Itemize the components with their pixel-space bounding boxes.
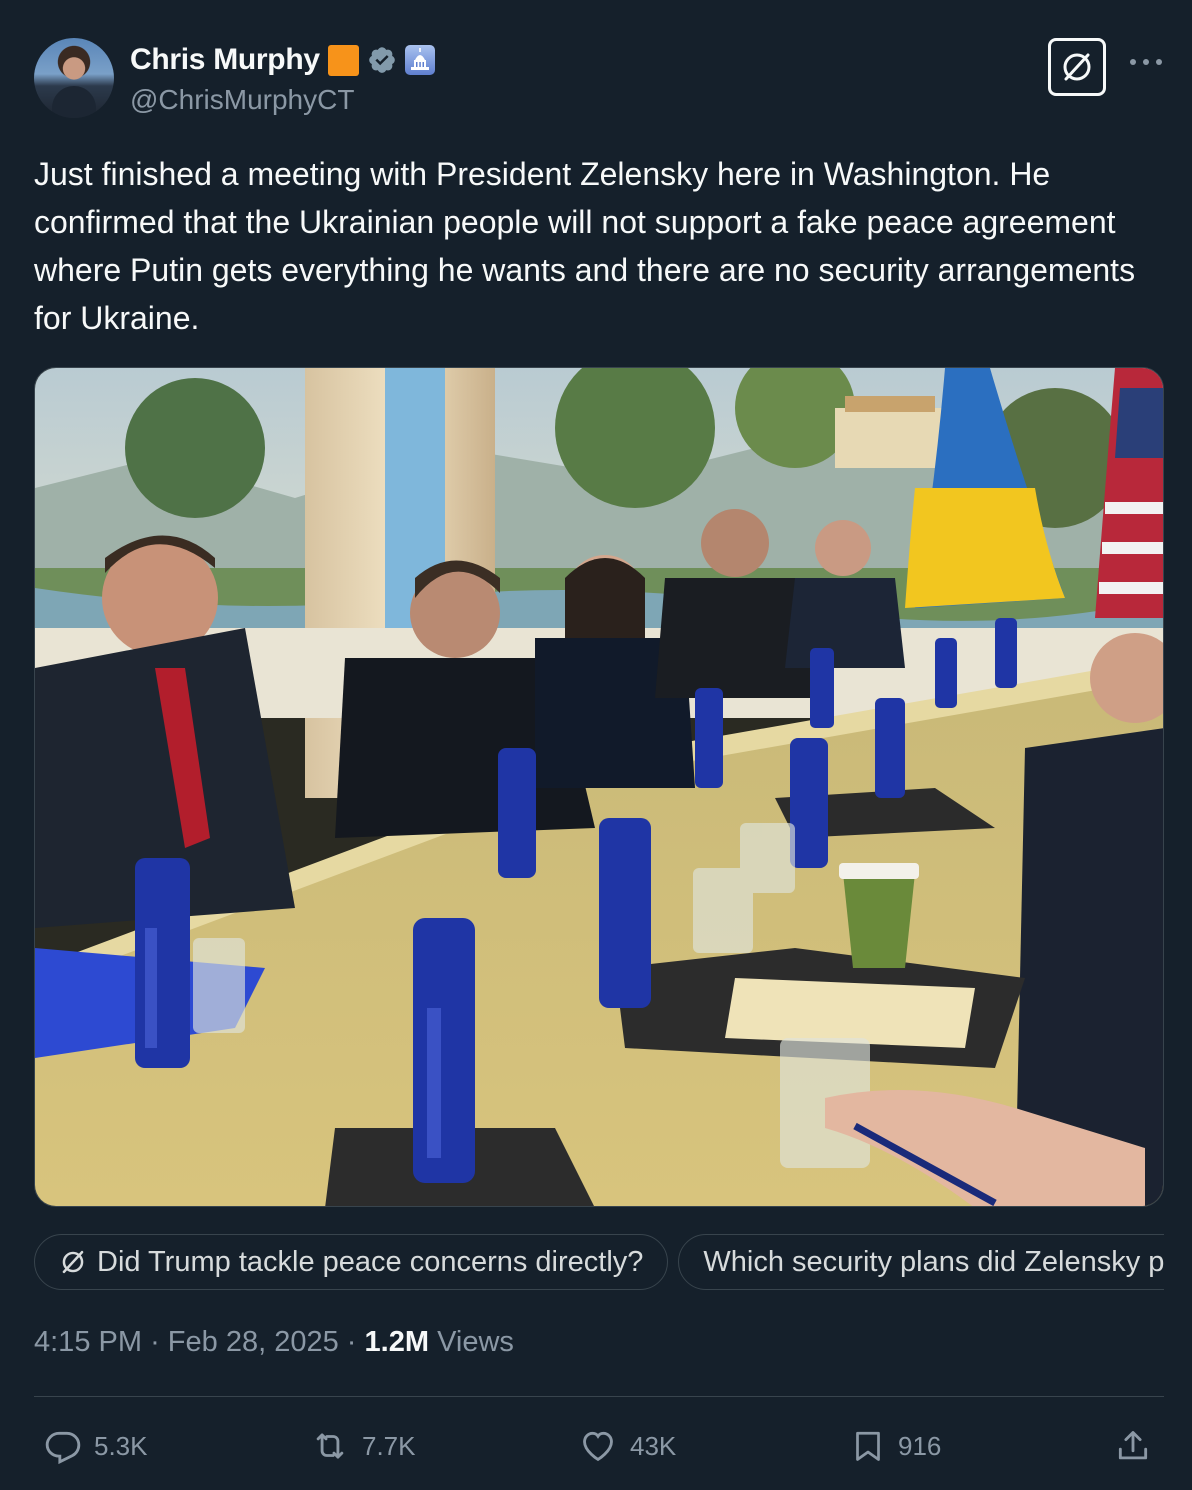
author-display-name[interactable]: Chris Murphy — [130, 43, 320, 77]
like-icon — [583, 1431, 613, 1462]
more-icon[interactable] — [1130, 52, 1162, 72]
avatar[interactable] — [34, 38, 114, 118]
tweet-photo[interactable] — [34, 367, 1164, 1207]
repost-icon — [316, 1433, 344, 1459]
tweet-header: Chris Murphy @ChrisMurphyCT — [34, 38, 1162, 118]
meta-separator: · — [346, 1326, 357, 1358]
meeting-photo — [35, 368, 1163, 1206]
tweet-date[interactable]: Feb 28, 2025 — [168, 1326, 339, 1358]
orange-square-badge — [327, 44, 359, 76]
action-bar: 5.3K 7.7K 43K 916 — [44, 1424, 1156, 1468]
suggestion-text-2: Which security plans did Zelensky propos… — [703, 1245, 1164, 1278]
grok-button[interactable] — [1048, 38, 1106, 96]
share-icon — [1118, 1431, 1148, 1460]
divider — [34, 1396, 1164, 1397]
grok-icon — [1063, 53, 1091, 81]
tweet-text: Just finished a meeting with President Z… — [34, 156, 1136, 336]
grok-suggestions: Did Trump tackle peace concerns directly… — [34, 1234, 1164, 1292]
bookmark-button[interactable]: 916 — [850, 1424, 941, 1468]
tweet-meta: 4:15 PM · Feb 28, 2025 · 1.2M Views — [34, 1326, 514, 1359]
reply-count: 5.3K — [94, 1430, 148, 1461]
like-button[interactable]: 43K — [578, 1424, 676, 1468]
suggestion-pill-1[interactable]: Did Trump tackle peace concerns directly… — [34, 1234, 669, 1290]
views-label: Views — [437, 1326, 514, 1358]
like-count: 43K — [630, 1430, 677, 1461]
author-handle[interactable]: @ChrisMurphyCT — [130, 84, 435, 116]
share-button[interactable] — [1114, 1424, 1164, 1468]
grok-icon — [62, 1250, 84, 1274]
reply-icon — [45, 1431, 81, 1465]
views-count: 1.2M — [364, 1326, 429, 1358]
reply-button[interactable]: 5.3K — [44, 1424, 148, 1468]
tweet-time[interactable]: 4:15 PM — [34, 1326, 142, 1358]
bookmark-count: 916 — [898, 1430, 942, 1461]
repost-button[interactable]: 7.7K — [310, 1424, 416, 1468]
repost-count: 7.7K — [362, 1430, 416, 1461]
suggestion-pill-2[interactable]: Which security plans did Zelensky propos… — [678, 1234, 1164, 1290]
verified-badge-icon[interactable] — [367, 45, 397, 75]
author-info: Chris Murphy @ChrisMurphyCT — [130, 42, 435, 116]
meta-separator: · — [150, 1326, 160, 1358]
suggestion-text-1: Did Trump tackle peace concerns directly… — [97, 1245, 644, 1278]
capitol-icon — [404, 45, 435, 75]
bookmark-icon — [856, 1431, 880, 1461]
